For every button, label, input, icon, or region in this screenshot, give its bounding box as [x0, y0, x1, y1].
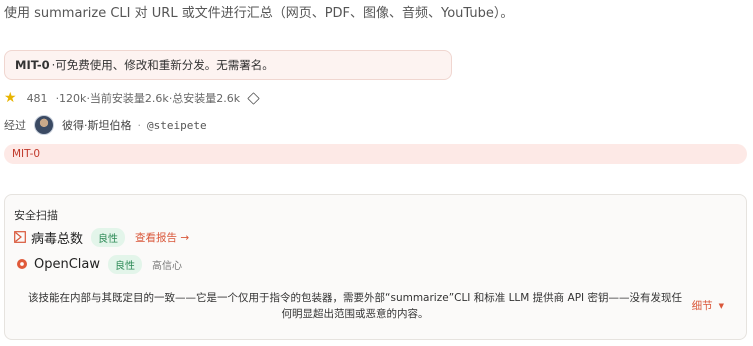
view-report-link[interactable]: 查看报告 →: [135, 230, 189, 245]
virustotal-icon: [14, 231, 26, 243]
virustotal-row: 病毒总数 良性 查看报告 →: [14, 227, 189, 247]
total-installs: ·总安装量2.6k: [168, 92, 241, 105]
skill-description: 使用 summarize CLI 对 URL 或文件进行汇总（网页、PDF、图像…: [4, 6, 514, 21]
star-count: 481: [26, 91, 48, 105]
openclaw-verdict-badge: 良性: [108, 254, 143, 274]
details-label: 细节: [691, 300, 713, 312]
openclaw-icon: [17, 259, 27, 269]
author-prefix: 经过: [4, 119, 26, 132]
openclaw-confidence: 高信心: [152, 260, 183, 272]
download-count: ·120k: [55, 91, 87, 105]
openclaw-name: OpenClaw: [34, 256, 101, 272]
openclaw-row: OpenClaw 良性 高信心: [14, 254, 182, 274]
license-text: ·可免费使用、修改和重新分发。无需署名。: [51, 58, 274, 72]
current-installs: ·当前安装量2.6k: [86, 92, 169, 105]
scan-summary: 该技能在内部与其既定目的一致——它是一个仅用于指令的包装器，需要外部“summa…: [28, 292, 682, 320]
virustotal-verdict-badge: 良性: [91, 227, 126, 247]
stats-bar: ★ 481 ·120k ·当前安装量2.6k ·总安装量2.6k: [4, 89, 260, 107]
security-scan-panel: 安全扫描 病毒总数 良性 查看报告 → OpenClaw 良性 高信心 该技能在…: [4, 194, 747, 340]
author-line: 经过 彼得·斯坦伯格 · @steipete: [4, 115, 207, 135]
license-box: MIT-0 ·可免费使用、修改和重新分发。无需署名。: [4, 50, 452, 80]
license-name: MIT-0: [15, 58, 50, 72]
package-icon: [247, 91, 260, 105]
caret-down-icon: ▼: [718, 301, 724, 310]
details-toggle[interactable]: 细节 ▼: [692, 298, 724, 313]
virustotal-name: 病毒总数: [31, 231, 84, 247]
star-icon[interactable]: ★: [4, 91, 17, 105]
author-separator: ·: [137, 118, 142, 132]
security-scan-title: 安全扫描: [14, 209, 58, 222]
avatar[interactable]: [34, 115, 54, 135]
license-tag: MIT-0: [4, 144, 747, 164]
author-handle[interactable]: @steipete: [147, 119, 207, 132]
author-name[interactable]: 彼得·斯坦伯格: [62, 117, 132, 133]
